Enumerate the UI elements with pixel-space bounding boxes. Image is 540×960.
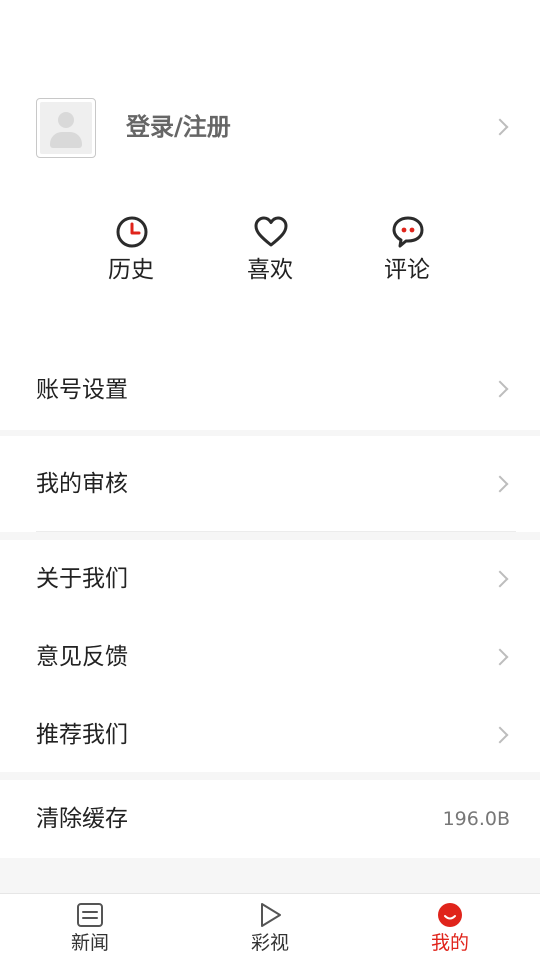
chevron-right-icon [491, 380, 509, 398]
avatar[interactable] [36, 98, 96, 158]
tab-news[interactable]: 新闻 [30, 894, 150, 960]
avatar-head [58, 112, 74, 128]
clock-icon [116, 216, 148, 248]
account-settings-label: 账号设置 [36, 377, 128, 403]
bottom-tab-bar: 新闻 彩视 我的 [0, 893, 540, 960]
chevron-right-icon [491, 475, 509, 493]
profile-header: 登录/注册 历史 喜欢 评论 [0, 0, 540, 350]
cache-size-value: 196.0B [442, 808, 510, 830]
divider [36, 531, 516, 532]
my-review-row[interactable]: 我的审核 [0, 436, 540, 532]
tab-video[interactable]: 彩视 [210, 894, 330, 960]
comment-icon [392, 216, 424, 248]
tab-news-label: 新闻 [70, 932, 109, 954]
cache-section: 清除缓存 196.0B [0, 780, 540, 858]
tab-mine[interactable]: 我的 [390, 894, 510, 960]
clear-cache-label: 清除缓存 [36, 806, 128, 832]
about-us-label: 关于我们 [36, 566, 128, 592]
about-section: 关于我们 意见反馈 推荐我们 [0, 540, 540, 772]
about-us-row[interactable]: 关于我们 [0, 540, 540, 618]
review-section: 我的审核 [0, 436, 540, 532]
play-icon [261, 903, 281, 927]
history-label: 历史 [108, 257, 154, 283]
news-icon [77, 903, 103, 927]
chevron-right-icon [491, 648, 509, 666]
login-register-link[interactable]: 登录/注册 [126, 110, 231, 144]
chevron-right-icon [491, 570, 509, 588]
feedback-row[interactable]: 意见反馈 [0, 618, 540, 696]
chevron-right-icon[interactable] [491, 118, 509, 136]
my-review-label: 我的审核 [36, 471, 128, 497]
heart-icon [254, 216, 288, 247]
feedback-label: 意见反馈 [36, 644, 128, 670]
like-button[interactable]: 喜欢 [225, 214, 315, 294]
clear-cache-row[interactable]: 清除缓存 196.0B [0, 780, 540, 858]
account-section: 账号设置 [0, 350, 540, 430]
account-settings-row[interactable]: 账号设置 [0, 350, 540, 430]
default-avatar-icon [40, 102, 92, 154]
recommend-us-row[interactable]: 推荐我们 [0, 696, 540, 774]
smile-icon [438, 903, 462, 927]
recommend-us-label: 推荐我们 [36, 722, 128, 748]
like-label: 喜欢 [247, 257, 293, 283]
avatar-body [50, 132, 82, 148]
comment-label: 评论 [384, 257, 430, 283]
tab-mine-label: 我的 [430, 932, 469, 954]
history-button[interactable]: 历史 [86, 214, 176, 294]
chevron-right-icon [491, 726, 509, 744]
comment-button[interactable]: 评论 [362, 214, 452, 294]
tab-video-label: 彩视 [250, 932, 289, 954]
